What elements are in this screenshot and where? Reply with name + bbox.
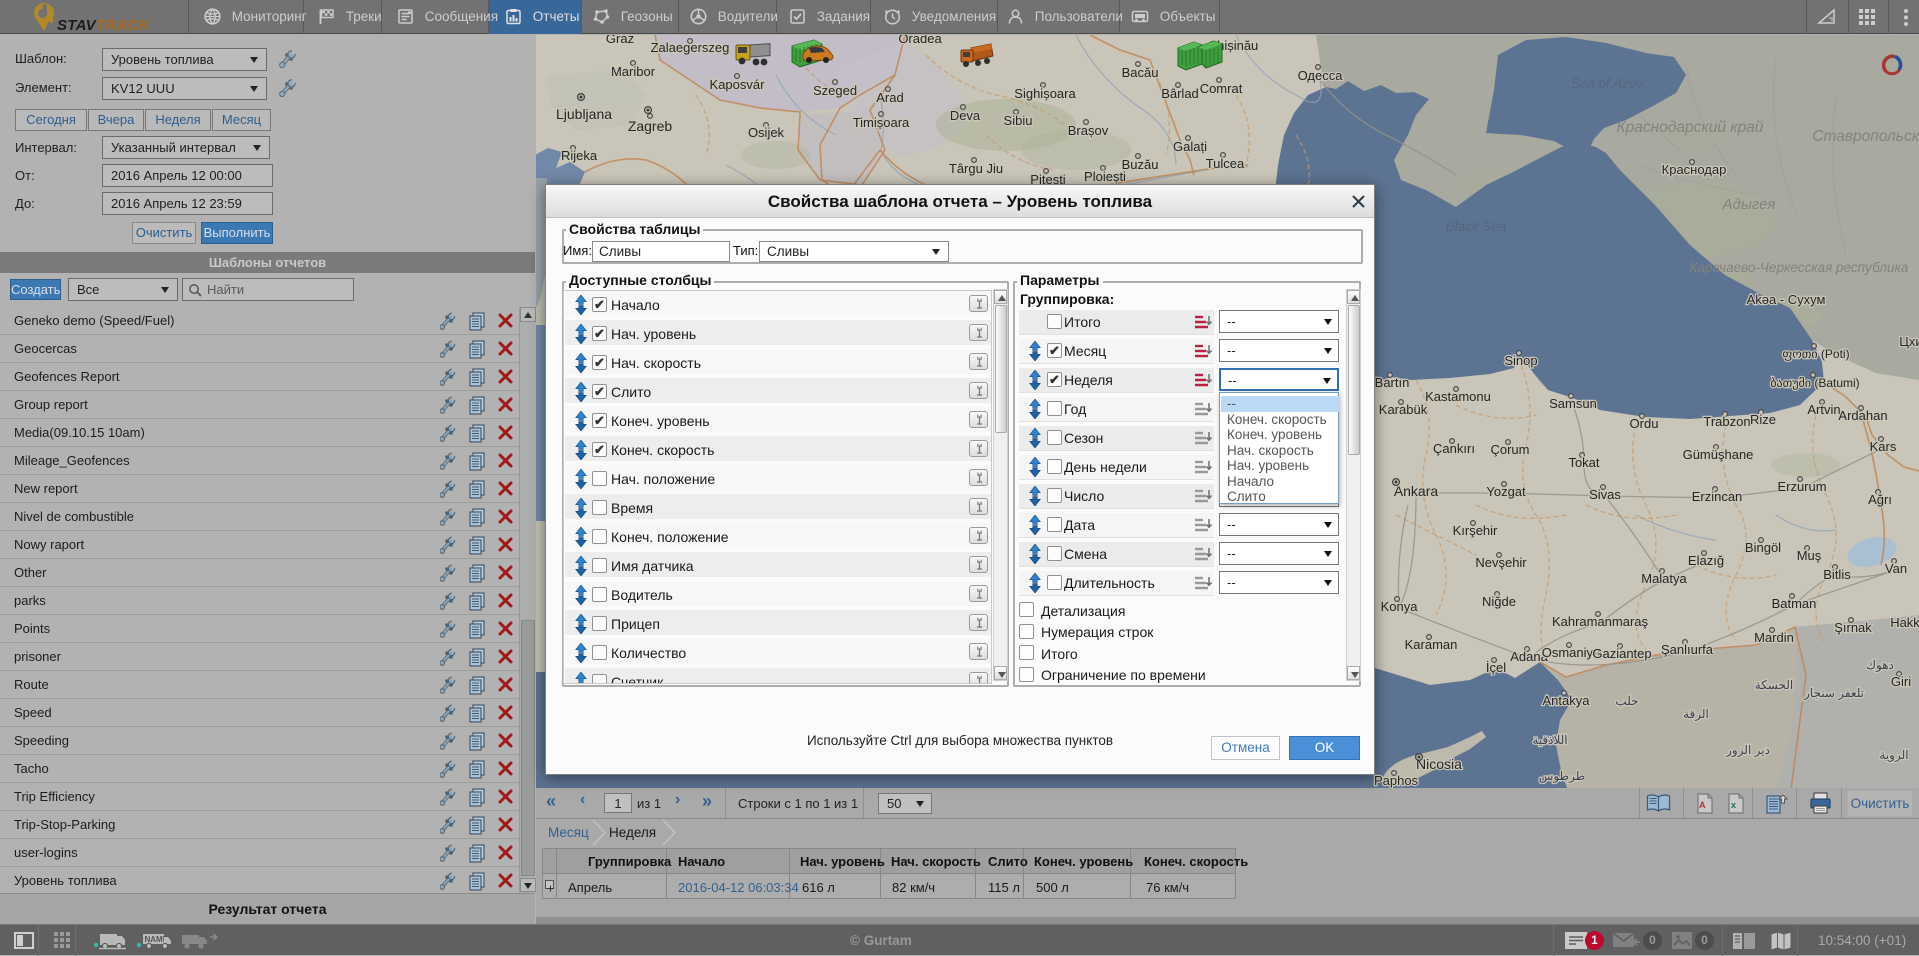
svg-text:Konya: Konya [1381, 599, 1419, 614]
svg-text:Karabük: Karabük [1379, 402, 1428, 417]
svg-text:Bartın: Bartın [1375, 375, 1410, 390]
svg-text:Tulcea: Tulcea [1206, 156, 1245, 171]
svg-text:الروية: الروية [1879, 748, 1908, 762]
svg-text:Maribor: Maribor [611, 64, 656, 79]
svg-text:Van: Van [1885, 561, 1907, 576]
svg-text:Zalaegerszeg: Zalaegerszeg [651, 40, 730, 55]
svg-text:Hakk: Hakk [1890, 615, 1919, 630]
svg-text:Comrat: Comrat [1200, 81, 1243, 96]
svg-text:Erzurum: Erzurum [1777, 479, 1826, 494]
svg-text:Ставропольски: Ставропольски [1812, 128, 1919, 145]
svg-text:Târgu Jiu: Târgu Jiu [949, 161, 1003, 176]
svg-text:Antakya: Antakya [1543, 693, 1591, 708]
svg-text:Kahramanmaraş: Kahramanmaraş [1552, 614, 1649, 629]
svg-text:Karaman: Karaman [1405, 637, 1458, 652]
svg-text:Kırşehir: Kırşehir [1453, 523, 1498, 538]
svg-text:Erzincan: Erzincan [1692, 489, 1743, 504]
svg-text:Muş: Muş [1797, 548, 1822, 563]
svg-text:x: x [1731, 800, 1736, 810]
svg-text:Çorum: Çorum [1490, 442, 1529, 457]
svg-text:Şanlıurfa: Şanlıurfa [1661, 642, 1714, 657]
svg-text:Gümüşhane: Gümüşhane [1683, 447, 1754, 462]
svg-text:Tokat: Tokat [1568, 455, 1599, 470]
svg-text:Oradea: Oradea [898, 35, 942, 46]
svg-text:Yozgat: Yozgat [1486, 484, 1526, 499]
svg-text:Bârlad: Bârlad [1161, 86, 1199, 101]
svg-text:İçel: İçel [1486, 660, 1506, 675]
svg-text:Ağrı: Ağrı [1868, 492, 1892, 507]
svg-text:Samsun: Samsun [1549, 396, 1597, 411]
svg-text:Nevşehir: Nevşehir [1475, 555, 1527, 570]
svg-text:Rijeka: Rijeka [561, 148, 598, 163]
svg-text:Giri: Giri [1891, 674, 1911, 689]
svg-text:Bingöl: Bingöl [1745, 540, 1781, 555]
svg-text:Цхи: Цхи [1899, 334, 1919, 349]
svg-text:Elazığ: Elazığ [1688, 553, 1724, 568]
svg-text:Ploiești: Ploiești [1084, 169, 1126, 184]
svg-text:Одесса: Одесса [1298, 68, 1344, 83]
svg-text:Brașov: Brașov [1068, 123, 1109, 138]
svg-text:Akəa - Сухум: Akəa - Сухум [1747, 292, 1826, 307]
svg-text:Ardahan: Ardahan [1838, 408, 1887, 423]
svg-text:Sea of Azov: Sea of Azov [1571, 76, 1645, 91]
svg-text:Osijek: Osijek [748, 125, 785, 140]
svg-text:Карачаево-Черкесская республик: Карачаево-Черкесская республика [1690, 260, 1909, 275]
svg-text:A: A [1699, 800, 1706, 810]
svg-text:Nicosia: Nicosia [1416, 756, 1462, 772]
svg-text:الحسكة: الحسكة [1755, 678, 1794, 692]
svg-text:طرطوس: طرطوس [1539, 769, 1586, 783]
svg-text:الرقة: الرقة [1683, 707, 1709, 721]
svg-text:Gaziantep: Gaziantep [1592, 646, 1651, 661]
svg-text:Sighișoara: Sighișoara [1014, 86, 1076, 101]
svg-text:Trabzon: Trabzon [1703, 414, 1750, 429]
svg-text:Bacău: Bacău [1122, 65, 1159, 80]
svg-text:Kaposvár: Kaposvár [710, 77, 766, 92]
svg-text:Ankara: Ankara [1394, 483, 1439, 499]
svg-text:Kars: Kars [1870, 439, 1897, 454]
svg-text:Buzău: Buzău [1122, 157, 1159, 172]
svg-text:Szeged: Szeged [813, 83, 857, 98]
svg-text:حلب: حلب [1615, 694, 1638, 708]
svg-text:Краснодарский край: Краснодарский край [1617, 119, 1764, 136]
svg-text:Timișoara: Timișoara [853, 115, 910, 130]
svg-text:Graz: Graz [606, 35, 634, 46]
svg-text:اللاذقية: اللاذقية [1532, 733, 1567, 747]
svg-text:Адыгея: Адыгея [1722, 196, 1776, 213]
svg-text:Şırnak: Şırnak [1834, 620, 1872, 635]
svg-text:Niğde: Niğde [1482, 594, 1516, 609]
svg-text:Ljubljana: Ljubljana [556, 106, 612, 122]
svg-text:Çankırı: Çankırı [1433, 441, 1475, 456]
svg-text:Arad: Arad [876, 90, 903, 105]
svg-text:Black Sea: Black Sea [1446, 219, 1507, 234]
svg-text:Sibiu: Sibiu [1004, 113, 1033, 128]
svg-text:Kastamonu: Kastamonu [1425, 389, 1491, 404]
svg-text:Artvin: Artvin [1807, 402, 1840, 417]
svg-text:دير الزور: دير الزور [1725, 743, 1770, 757]
svg-text:Zagreb: Zagreb [628, 118, 673, 134]
svg-text:Deva: Deva [950, 108, 981, 123]
svg-text:Paphos: Paphos [1374, 773, 1419, 788]
svg-text:Galați: Galați [1173, 139, 1207, 154]
svg-text:Malatya: Malatya [1641, 571, 1687, 586]
svg-text:تلعفر سنجار: تلعفر سنجار [1803, 686, 1864, 700]
svg-text:Ordu: Ordu [1630, 416, 1659, 431]
svg-text:ფოთი (Poti): ფოთი (Poti) [1782, 347, 1849, 361]
svg-text:Краснодар: Краснодар [1662, 162, 1727, 177]
svg-text:Bitlis: Bitlis [1823, 567, 1851, 582]
svg-text:Batman: Batman [1772, 596, 1817, 611]
svg-text:Sivas: Sivas [1589, 487, 1621, 502]
svg-text:Mardin: Mardin [1754, 630, 1794, 645]
svg-text:دهوك: دهوك [1866, 658, 1894, 672]
svg-text:Sinop: Sinop [1504, 353, 1537, 368]
svg-text:ბათუმი (Batumi): ბათუმი (Batumi) [1770, 376, 1859, 390]
svg-text:Rize: Rize [1750, 412, 1776, 427]
